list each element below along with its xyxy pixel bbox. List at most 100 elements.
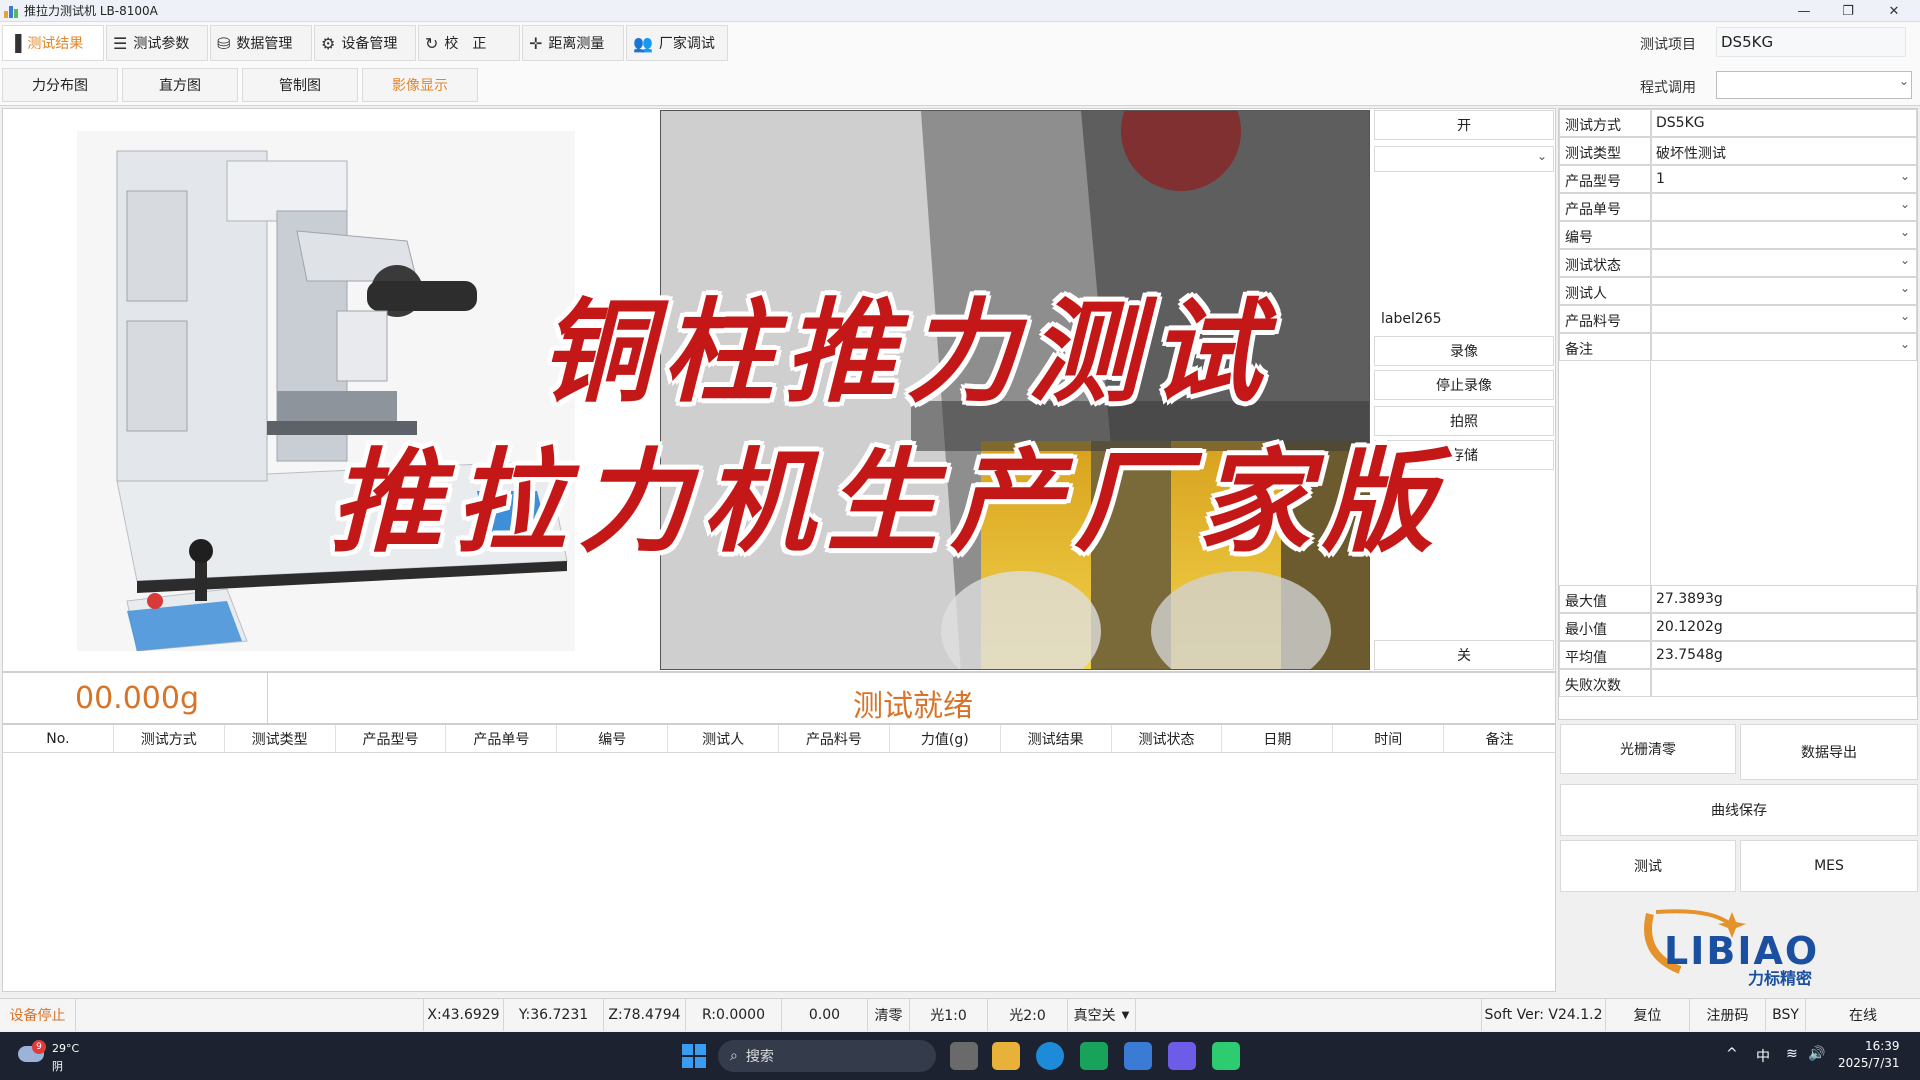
mes-button[interactable]: MES <box>1740 840 1918 892</box>
coord-y: Y:36.7231 <box>504 999 604 1031</box>
refresh-icon: ↻ <box>425 33 439 53</box>
col-status[interactable]: 测试状态 <box>1112 725 1223 752</box>
main-toolbar: ▐ 测试结果 ☰ 测试参数 ⛁ 数据管理 ⚙ 设备管理 ↻ 校 正 ✛ 距离测量… <box>0 22 1920 64</box>
col-serial[interactable]: 编号 <box>557 725 669 752</box>
col-tester[interactable]: 测试人 <box>668 725 780 752</box>
coord-x: X:43.6929 <box>424 999 504 1031</box>
ime-indicator[interactable]: 中 <box>1756 1046 1770 1066</box>
grating-zero-button[interactable]: 光栅清零 <box>1560 724 1736 774</box>
col-no[interactable]: No. <box>3 725 114 752</box>
test-status-text: 测试就绪 <box>853 689 973 724</box>
tab-control-chart[interactable]: 管制图 <box>242 68 358 102</box>
light2-readout: 光2:0 <box>988 999 1068 1031</box>
stat-max: 最大值 27.3893g <box>1559 585 1917 613</box>
volume-icon[interactable]: 🔊 <box>1808 1046 1825 1062</box>
value-readout: 0.00 <box>782 999 868 1031</box>
toolbar-test-results[interactable]: ▐ 测试结果 <box>2 25 104 61</box>
program-label: 程式调用 <box>1640 80 1696 96</box>
record-button[interactable]: 录像 <box>1374 336 1554 366</box>
wifi-icon[interactable]: ≋ <box>1786 1046 1798 1062</box>
fail-count-value <box>1651 669 1917 697</box>
col-remarks[interactable]: 备注 <box>1444 725 1555 752</box>
tray-chevron-icon[interactable]: ^ <box>1726 1046 1738 1062</box>
coord-z: Z:78.4794 <box>604 999 686 1031</box>
min-value: 20.1202g <box>1651 613 1917 641</box>
field-product-model: 产品型号 1 <box>1559 165 1917 193</box>
window-title: 推拉力测试机 LB-8100A <box>24 4 158 18</box>
camera-close-button[interactable]: 关 <box>1374 640 1554 670</box>
field-product-order: 产品单号 <box>1559 193 1917 221</box>
overlay-title-line2: 推拉力机生产厂家版 <box>330 438 1446 568</box>
file-explorer-icon[interactable] <box>992 1042 1020 1070</box>
project-select[interactable]: DS5KG <box>1716 27 1906 57</box>
col-date[interactable]: 日期 <box>1222 725 1334 752</box>
tab-force-distribution[interactable]: 力分布图 <box>2 68 118 102</box>
camera-open-button[interactable]: 开 <box>1374 110 1554 140</box>
weather-widget[interactable]: 9 29°C 阴 <box>18 1040 88 1074</box>
taskbar-clock[interactable]: 16:39 2025/7/31 <box>1838 1038 1900 1072</box>
app-icon <box>4 4 18 18</box>
product-order-select[interactable] <box>1651 193 1917 221</box>
gears-icon: ⚙ <box>321 33 336 53</box>
messenger-icon[interactable] <box>1080 1042 1108 1070</box>
col-test-method[interactable]: 测试方式 <box>114 725 225 752</box>
register-button[interactable]: 注册码 <box>1690 999 1766 1031</box>
data-export-button[interactable]: 数据导出 <box>1740 724 1918 780</box>
database-icon: ⛁ <box>217 33 231 53</box>
online-indicator: 在线 <box>1849 1008 1877 1024</box>
toolbar-factory-debug[interactable]: 👥 厂家调试 <box>626 25 728 61</box>
toolbar-device-management[interactable]: ⚙ 设备管理 <box>314 25 416 61</box>
part-number-select[interactable] <box>1651 305 1917 333</box>
results-table: No. 测试方式 测试类型 产品型号 产品单号 编号 测试人 产品料号 力值(g… <box>2 724 1556 992</box>
test-method-value[interactable]: DS5KG <box>1651 109 1917 137</box>
serial-select[interactable] <box>1651 221 1917 249</box>
title-bar: 推拉力测试机 LB-8100A — ❐ ✕ <box>0 0 1920 22</box>
status-spacer <box>76 999 424 1031</box>
vacuum-select[interactable]: 真空关 ▼ <box>1068 999 1136 1031</box>
col-product-order[interactable]: 产品单号 <box>446 725 558 752</box>
sliders-icon: ☰ <box>113 33 128 53</box>
wechat-icon[interactable] <box>1212 1042 1240 1070</box>
tester-app-icon[interactable] <box>1124 1042 1152 1070</box>
program-select[interactable] <box>1716 71 1912 99</box>
clear-button[interactable]: 清零 <box>868 999 910 1031</box>
curve-save-button[interactable]: 曲线保存 <box>1560 784 1918 836</box>
test-type-value[interactable]: 破坏性测试 <box>1651 137 1917 165</box>
tab-image-display[interactable]: 影像显示 <box>362 68 478 102</box>
video-app-icon[interactable] <box>1168 1042 1196 1070</box>
toolbar-calibrate[interactable]: ↻ 校 正 <box>418 25 520 61</box>
overlay-title-line1: 铜柱推力测试 <box>540 288 1272 418</box>
reset-button[interactable]: 复位 <box>1606 999 1690 1031</box>
windows-start-icon[interactable] <box>682 1044 706 1068</box>
field-test-type: 测试类型 破坏性测试 <box>1559 137 1917 165</box>
stop-record-button[interactable]: 停止录像 <box>1374 370 1554 400</box>
svg-text:LIBIAO: LIBIAO <box>1664 929 1819 973</box>
col-time[interactable]: 时间 <box>1333 725 1445 752</box>
toolbar-data-management[interactable]: ⛁ 数据管理 <box>210 25 312 61</box>
status-bar: 设备停止 X:43.6929 Y:36.7231 Z:78.4794 R:0.0… <box>0 998 1920 1031</box>
test-status-select[interactable] <box>1651 249 1917 277</box>
windows-taskbar: 9 29°C 阴 ⌕ 搜索 ^ 中 ≋ 🔊 16:39 2025/7/31 <box>0 1032 1920 1080</box>
toolbar-test-params[interactable]: ☰ 测试参数 <box>106 25 208 61</box>
col-product-model[interactable]: 产品型号 <box>336 725 447 752</box>
field-test-method: 测试方式 DS5KG <box>1559 109 1917 137</box>
minimize-button[interactable]: — <box>1782 0 1826 22</box>
product-model-select[interactable]: 1 <box>1651 165 1917 193</box>
col-part-number[interactable]: 产品料号 <box>779 725 890 752</box>
col-result[interactable]: 测试结果 <box>1001 725 1112 752</box>
tab-histogram[interactable]: 直方图 <box>122 68 238 102</box>
field-test-status: 测试状态 <box>1559 249 1917 277</box>
edge-browser-icon[interactable] <box>1036 1042 1064 1070</box>
taskbar-search[interactable]: ⌕ 搜索 <box>718 1040 936 1072</box>
camera-select[interactable] <box>1374 146 1554 172</box>
restore-button[interactable]: ❐ <box>1826 0 1870 22</box>
task-view-icon[interactable] <box>950 1042 978 1070</box>
remarks-select[interactable] <box>1651 333 1917 361</box>
tester-select[interactable] <box>1651 277 1917 305</box>
close-button[interactable]: ✕ <box>1872 0 1916 22</box>
svg-text:力标精密: 力标精密 <box>1748 969 1812 988</box>
col-force[interactable]: 力值(g) <box>890 725 1001 752</box>
col-test-type[interactable]: 测试类型 <box>225 725 336 752</box>
test-button[interactable]: 测试 <box>1560 840 1736 892</box>
toolbar-distance-measure[interactable]: ✛ 距离测量 <box>522 25 624 61</box>
